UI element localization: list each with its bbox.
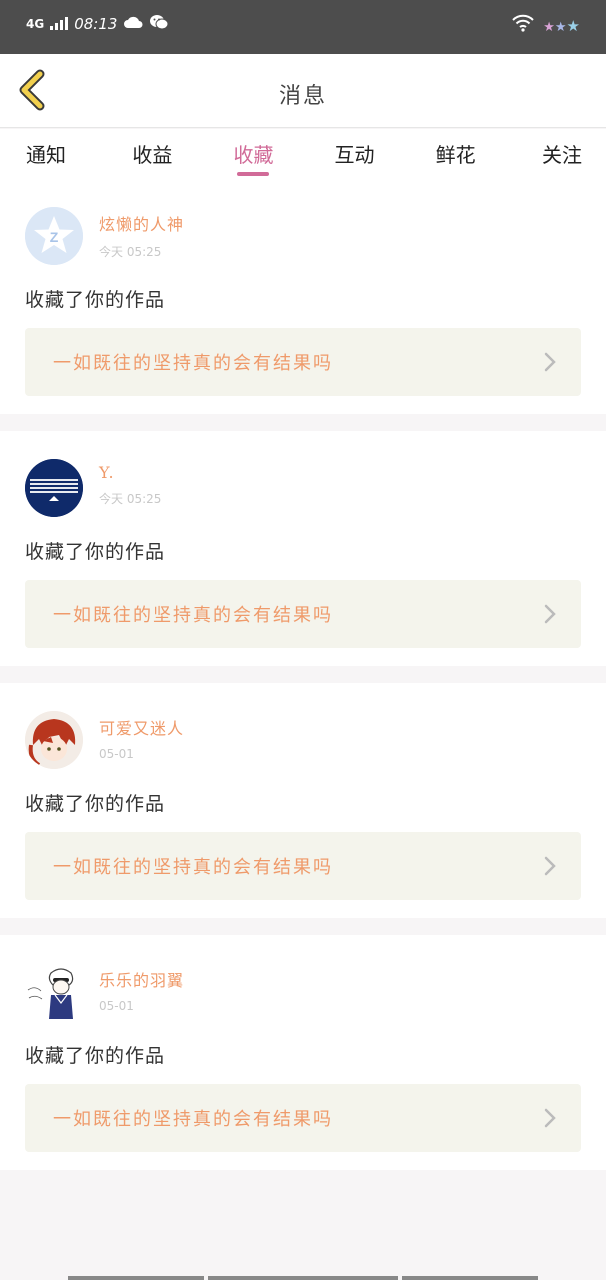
work-title: 一如既往的坚持真的会有结果吗 xyxy=(53,353,333,374)
avatar[interactable] xyxy=(25,711,83,769)
gesture-bar[interactable] xyxy=(68,1276,538,1280)
message-list: Z 炫懒的人神 今天 05:25 收藏了你的作品 一如既往的坚持真的会有结果吗 xyxy=(0,179,606,1187)
timestamp: 05-01 xyxy=(99,747,134,761)
tab-interactions[interactable]: 互动 xyxy=(304,129,405,179)
tab-flowers[interactable]: 鲜花 xyxy=(405,129,506,179)
avatar[interactable] xyxy=(25,963,83,1021)
work-title: 一如既往的坚持真的会有结果吗 xyxy=(53,1109,333,1130)
action-text: 收藏了你的作品 xyxy=(25,541,166,563)
username[interactable]: 可爱又迷人 xyxy=(99,715,184,739)
tab-bar: 通知 收益 收藏 互动 鲜花 关注 xyxy=(0,129,606,179)
tab-follows[interactable]: 关注 xyxy=(506,129,606,179)
message-card: 可爱又迷人 05-01 收藏了你的作品 一如既往的坚持真的会有结果吗 xyxy=(0,683,606,918)
username[interactable]: 乐乐的羽翼 xyxy=(99,967,184,991)
wechat-icon xyxy=(149,14,169,34)
work-title: 一如既往的坚持真的会有结果吗 xyxy=(53,857,333,878)
wifi-icon xyxy=(511,14,535,36)
status-right: ★★★ xyxy=(511,14,580,36)
tab-earnings[interactable]: 收益 xyxy=(102,129,203,179)
avatar[interactable] xyxy=(25,459,83,517)
action-text: 收藏了你的作品 xyxy=(25,289,166,311)
username[interactable]: Y. xyxy=(99,463,161,482)
svg-text:Z: Z xyxy=(50,229,59,245)
tab-notifications[interactable]: 通知 xyxy=(0,129,102,179)
work-link[interactable]: 一如既往的坚持真的会有结果吗 xyxy=(25,832,581,900)
message-card: Y. 今天 05:25 收藏了你的作品 一如既往的坚持真的会有结果吗 xyxy=(0,431,606,666)
sparkle-decoration-icon: ★★★ xyxy=(543,16,580,35)
work-link[interactable]: 一如既往的坚持真的会有结果吗 xyxy=(25,328,581,396)
timestamp: 今天 05:25 xyxy=(99,492,162,506)
status-bar: 4G 08:13 ★★★ xyxy=(0,0,606,54)
chevron-right-icon xyxy=(543,603,557,625)
timestamp: 05-01 xyxy=(99,999,134,1013)
header: 消息 xyxy=(0,54,606,128)
action-text: 收藏了你的作品 xyxy=(25,1045,166,1067)
tab-favorites[interactable]: 收藏 xyxy=(203,129,304,179)
work-link[interactable]: 一如既往的坚持真的会有结果吗 xyxy=(25,580,581,648)
message-card: Z 炫懒的人神 今天 05:25 收藏了你的作品 一如既往的坚持真的会有结果吗 xyxy=(0,179,606,414)
signal-icon xyxy=(50,17,69,30)
timestamp: 今天 05:25 xyxy=(99,245,162,259)
work-title: 一如既往的坚持真的会有结果吗 xyxy=(53,605,333,626)
work-link[interactable]: 一如既往的坚持真的会有结果吗 xyxy=(25,1084,581,1152)
chevron-right-icon xyxy=(543,351,557,373)
status-left: 4G 08:13 xyxy=(26,14,169,34)
network-type: 4G xyxy=(26,17,45,31)
action-text: 收藏了你的作品 xyxy=(25,793,166,815)
username[interactable]: 炫懒的人神 xyxy=(99,211,184,235)
chevron-right-icon xyxy=(543,855,557,877)
page-title: 消息 xyxy=(278,84,327,109)
avatar[interactable]: Z xyxy=(25,207,83,265)
clock: 08:13 xyxy=(74,15,118,33)
chevron-right-icon xyxy=(543,1107,557,1129)
cloud-icon xyxy=(123,15,143,33)
message-card: 乐乐的羽翼 05-01 收藏了你的作品 一如既往的坚持真的会有结果吗 xyxy=(0,935,606,1170)
